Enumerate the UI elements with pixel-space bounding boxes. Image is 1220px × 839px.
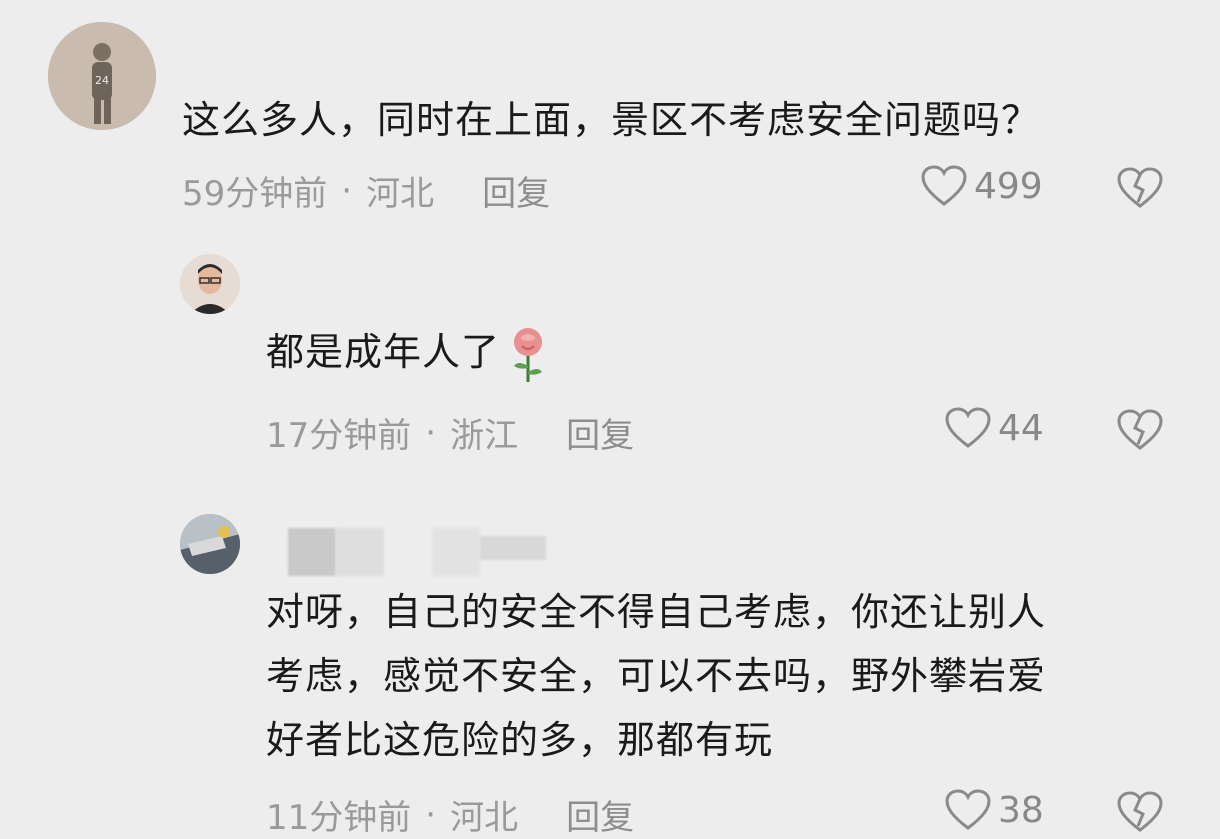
comment-time: 59分钟前 bbox=[182, 174, 328, 214]
comment-location: 河北 bbox=[450, 798, 519, 838]
like-count: 44 bbox=[998, 407, 1044, 449]
separator: · bbox=[341, 170, 353, 211]
comment-text: 对呀，自己的安全不得自己考虑，你还让别人 考虑，感觉不安全，可以不去吗，野外攀岩… bbox=[266, 580, 1046, 772]
like-button[interactable]: 44 bbox=[944, 406, 1044, 450]
reply-button[interactable]: 回复 bbox=[482, 166, 550, 215]
comment-text-line: 好者比这危险的多，那都有玩 bbox=[266, 718, 774, 762]
separator: · bbox=[425, 794, 437, 835]
comment-text-line: 对呀，自己的安全不得自己考虑，你还让别人 bbox=[266, 590, 1047, 634]
comment-text: 这么多人，同时在上面，景区不考虑安全问题吗？ bbox=[182, 98, 1041, 142]
like-button[interactable]: 499 bbox=[920, 164, 1043, 208]
comment-meta: 17分钟前 · 浙江 回复 bbox=[266, 408, 634, 457]
username-redacted bbox=[480, 536, 546, 560]
rose-emoji-icon bbox=[514, 327, 543, 382]
comment-text-line: 考虑，感觉不安全，可以不去吗，野外攀岩爱 bbox=[266, 654, 1047, 698]
heart-icon bbox=[945, 407, 991, 448]
separator: · bbox=[425, 412, 437, 453]
reply-button[interactable]: 回复 bbox=[566, 790, 634, 839]
like-button[interactable]: 38 bbox=[944, 788, 1044, 832]
like-count: 38 bbox=[998, 789, 1044, 831]
broken-heart-icon[interactable] bbox=[1116, 790, 1164, 834]
heart-icon bbox=[945, 789, 991, 830]
username-redacted bbox=[288, 528, 336, 576]
svg-text:24: 24 bbox=[95, 74, 109, 87]
username-redacted bbox=[432, 528, 480, 576]
broken-heart-icon[interactable] bbox=[1116, 166, 1164, 210]
heart-icon bbox=[921, 165, 967, 206]
avatar[interactable]: 24 bbox=[48, 22, 156, 130]
avatar[interactable] bbox=[180, 514, 240, 574]
reply-button[interactable]: 回复 bbox=[566, 408, 634, 457]
username-blurred bbox=[236, 28, 336, 52]
username-blurred bbox=[340, 272, 430, 296]
broken-heart-icon[interactable] bbox=[1116, 408, 1164, 452]
avatar[interactable] bbox=[180, 254, 240, 314]
user-avatar-image bbox=[180, 514, 240, 574]
username-redacted bbox=[336, 528, 384, 576]
comment-meta: 11分钟前 · 河北 回复 bbox=[266, 790, 634, 839]
comment-text-content: 都是成年人了 bbox=[266, 330, 501, 374]
comment-time: 17分钟前 bbox=[266, 416, 412, 456]
comment-location: 河北 bbox=[366, 174, 435, 214]
comment-text: 都是成年人了 bbox=[266, 320, 550, 384]
comment-meta: 59分钟前 · 河北 回复 bbox=[182, 166, 550, 215]
user-avatar-image bbox=[180, 254, 240, 314]
like-count: 499 bbox=[974, 165, 1043, 207]
comment-location: 浙江 bbox=[450, 416, 519, 456]
user-avatar-image: 24 bbox=[48, 22, 156, 130]
comment-time: 11分钟前 bbox=[266, 798, 412, 838]
